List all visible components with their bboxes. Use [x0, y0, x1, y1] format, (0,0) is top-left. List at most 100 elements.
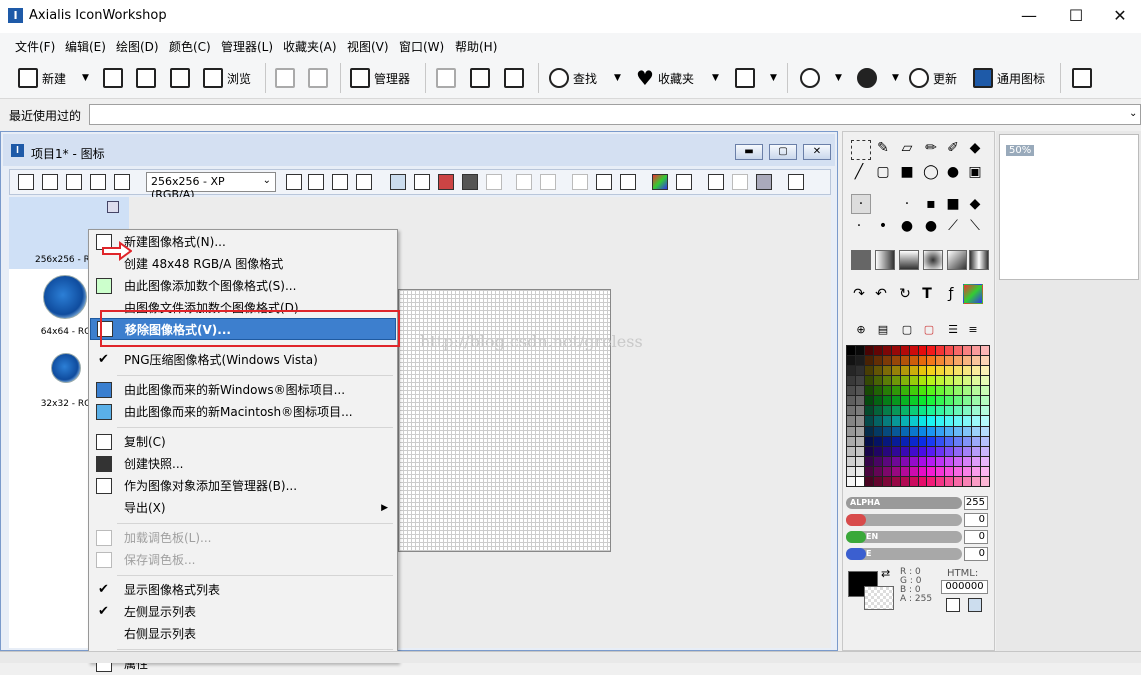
palette-swatch[interactable] — [918, 356, 927, 366]
palette-swatch[interactable] — [981, 386, 989, 396]
palette-swatch[interactable] — [927, 466, 936, 476]
palette-swatch[interactable] — [909, 396, 918, 406]
palette-swatch[interactable] — [909, 356, 918, 366]
find-dropdown[interactable]: ▼ — [614, 64, 621, 92]
secondary-color-swatch[interactable] — [864, 586, 894, 610]
redo-button[interactable] — [308, 64, 328, 92]
favorites-dropdown[interactable]: ▼ — [712, 64, 719, 92]
palette-swatch[interactable] — [954, 466, 963, 476]
new-dropdown[interactable]: ▼ — [82, 64, 89, 92]
palette-swatch[interactable] — [864, 476, 873, 486]
palette-swatch[interactable] — [945, 376, 954, 386]
eyedropper-tool-icon[interactable]: ✎ — [873, 138, 893, 158]
recent-combobox[interactable] — [89, 104, 1141, 125]
palette-swatch[interactable] — [972, 456, 981, 466]
brush-size-7-icon[interactable]: • — [873, 216, 893, 236]
new-button[interactable]: 新建 — [18, 64, 66, 92]
menu-item-add-to-manager[interactable]: 作为图像对象添加至管理器(B)... — [90, 475, 396, 497]
palette-swatch[interactable] — [847, 466, 855, 476]
palette-swatch[interactable] — [891, 376, 900, 386]
palette-swatch[interactable] — [927, 456, 936, 466]
palette-swatch[interactable] — [847, 376, 855, 386]
palette-swatch[interactable] — [909, 386, 918, 396]
red-slider[interactable] — [846, 514, 962, 526]
palette-swatch[interactable] — [909, 446, 918, 456]
display-button[interactable] — [735, 64, 755, 92]
palette-swatch[interactable] — [847, 406, 855, 416]
palette-swatch[interactable] — [855, 376, 864, 386]
palette-swatch[interactable] — [909, 366, 918, 376]
palette-swatch[interactable] — [945, 476, 954, 486]
palette-swatch[interactable] — [972, 466, 981, 476]
palette-swatch[interactable] — [864, 366, 873, 376]
palette-swatch[interactable] — [963, 416, 972, 426]
menu-item-create-48[interactable]: 创建 48x48 RGB/A 图像格式 — [90, 253, 396, 275]
palette-swatch[interactable] — [954, 346, 963, 356]
palette-swatch[interactable] — [918, 436, 927, 446]
palette-swatch[interactable] — [945, 446, 954, 456]
rotate-icon[interactable]: ↷ — [849, 284, 869, 304]
palette-swatch[interactable] — [882, 446, 891, 456]
palette-swatch[interactable] — [900, 466, 909, 476]
palette-swatch[interactable] — [900, 356, 909, 366]
brush-size-1-icon[interactable]: · — [851, 194, 871, 214]
menu-item-png-compress[interactable]: ✔ PNG压缩图像格式(Windows Vista) — [90, 349, 396, 371]
palette-swatch[interactable] — [972, 406, 981, 416]
palette-menu-icon[interactable]: ≡ — [963, 320, 983, 340]
palette-swatch[interactable] — [945, 346, 954, 356]
doc-close-button[interactable]: ✕ — [803, 144, 831, 160]
palette-swatch[interactable] — [864, 356, 873, 366]
palette-swatch[interactable] — [864, 426, 873, 436]
palette-save-icon[interactable]: ▤ — [873, 320, 893, 340]
palette-swatch[interactable] — [847, 436, 855, 446]
favorites-button[interactable]: ♥ 收藏夹 — [636, 64, 694, 92]
copy-icon[interactable] — [596, 174, 612, 190]
palette-swatch[interactable] — [909, 376, 918, 386]
alpha-value[interactable]: 255 — [964, 496, 988, 510]
help-button[interactable] — [857, 64, 877, 92]
palette-swatch[interactable] — [900, 436, 909, 446]
palette-swatch[interactable] — [873, 426, 882, 436]
palette-swatch[interactable] — [963, 386, 972, 396]
palette-swatch[interactable] — [891, 366, 900, 376]
fill-mode-gradient-v-icon[interactable] — [899, 250, 919, 270]
palette-swatch[interactable] — [963, 356, 972, 366]
palette-swatch[interactable] — [909, 416, 918, 426]
palette-swatch[interactable] — [864, 436, 873, 446]
menu-item-copy[interactable]: 复制(C) — [90, 431, 396, 453]
palette-swatch[interactable] — [972, 426, 981, 436]
palette-swatch[interactable] — [847, 456, 855, 466]
palette-swatch[interactable] — [972, 436, 981, 446]
palette-swatch[interactable] — [927, 426, 936, 436]
tile-icon[interactable] — [486, 174, 502, 190]
info-button[interactable] — [1072, 64, 1092, 92]
palette-swatch[interactable] — [927, 396, 936, 406]
red-value[interactable]: 0 — [964, 513, 988, 527]
palette-swatch[interactable] — [963, 376, 972, 386]
palette-swatch[interactable] — [918, 426, 927, 436]
palette-swatch[interactable] — [909, 346, 918, 356]
menu-file[interactable]: 文件(F) — [15, 38, 55, 55]
palette-swatch[interactable] — [900, 456, 909, 466]
palette-swatch[interactable] — [891, 416, 900, 426]
save-format-icon[interactable] — [18, 174, 34, 190]
palette-swatch[interactable] — [981, 476, 989, 486]
palette-swatch[interactable] — [972, 446, 981, 456]
palette-swatch[interactable] — [855, 356, 864, 366]
palette-swatch[interactable] — [972, 396, 981, 406]
palette-swatch[interactable] — [927, 376, 936, 386]
palette-swatch[interactable] — [891, 476, 900, 486]
web-dropdown[interactable]: ▼ — [835, 64, 842, 92]
palette-swatch[interactable] — [963, 346, 972, 356]
palette-add-icon[interactable]: ▢ — [897, 320, 917, 340]
palette-swatch[interactable] — [847, 386, 855, 396]
blue-slider[interactable]: E — [846, 548, 962, 560]
palette-swatch[interactable] — [855, 446, 864, 456]
palette-swatch[interactable] — [936, 396, 945, 406]
view-mask-icon[interactable] — [462, 174, 478, 190]
fill-mode-diagonal-icon[interactable] — [947, 250, 967, 270]
palette-swatch[interactable] — [927, 386, 936, 396]
open-button[interactable] — [136, 64, 156, 92]
duplicate-layer-icon[interactable] — [308, 174, 324, 190]
fill-mode-gradient-h-icon[interactable] — [875, 250, 895, 270]
